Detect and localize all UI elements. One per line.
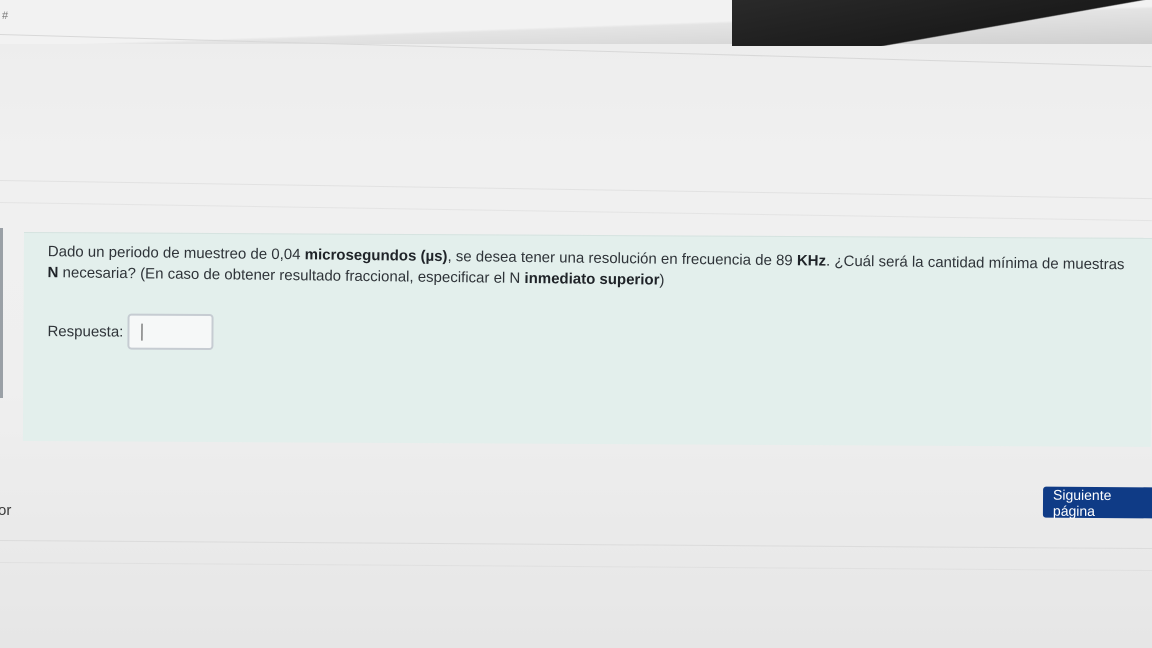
dark-bezel [732,0,1152,46]
question-panel: Dado un periodo de muestreo de 0,04 micr… [22,232,1152,447]
question-bold-n: N [47,264,59,282]
divider [0,540,1152,550]
text-caret [141,323,143,341]
question-bold-unit: microsegundos (µs) [304,246,448,266]
answer-row: Respuesta: [47,313,214,350]
next-page-button[interactable]: Siguiente página [1042,486,1152,519]
question-text-part: necesaria? (En caso de obtener resultado… [58,264,525,287]
answer-input-wrapper [127,313,214,350]
answer-input[interactable] [127,313,214,350]
left-panel-edge [0,228,3,398]
question-text-part: . ¿Cuál será la cantidad mínima de muest… [825,252,1125,274]
answer-label: Respuesta: [47,322,124,341]
question-text-part: Dado un periodo de muestreo de 0,04 [47,243,305,264]
divider [0,180,1152,200]
question-bold-unit: KHz [796,252,827,270]
question-text-part: , se desea tener una resolución en frecu… [447,248,797,270]
question-text-part: ) [659,271,665,289]
divider [0,202,1152,222]
question-bold-emphasis: inmediato superior [524,269,660,289]
hash-mark: # [2,10,9,22]
question-text: Dado un periodo de muestreo de 0,04 micr… [47,241,1127,296]
divider [0,562,1152,572]
sidebar-partial-text: or [0,502,12,519]
